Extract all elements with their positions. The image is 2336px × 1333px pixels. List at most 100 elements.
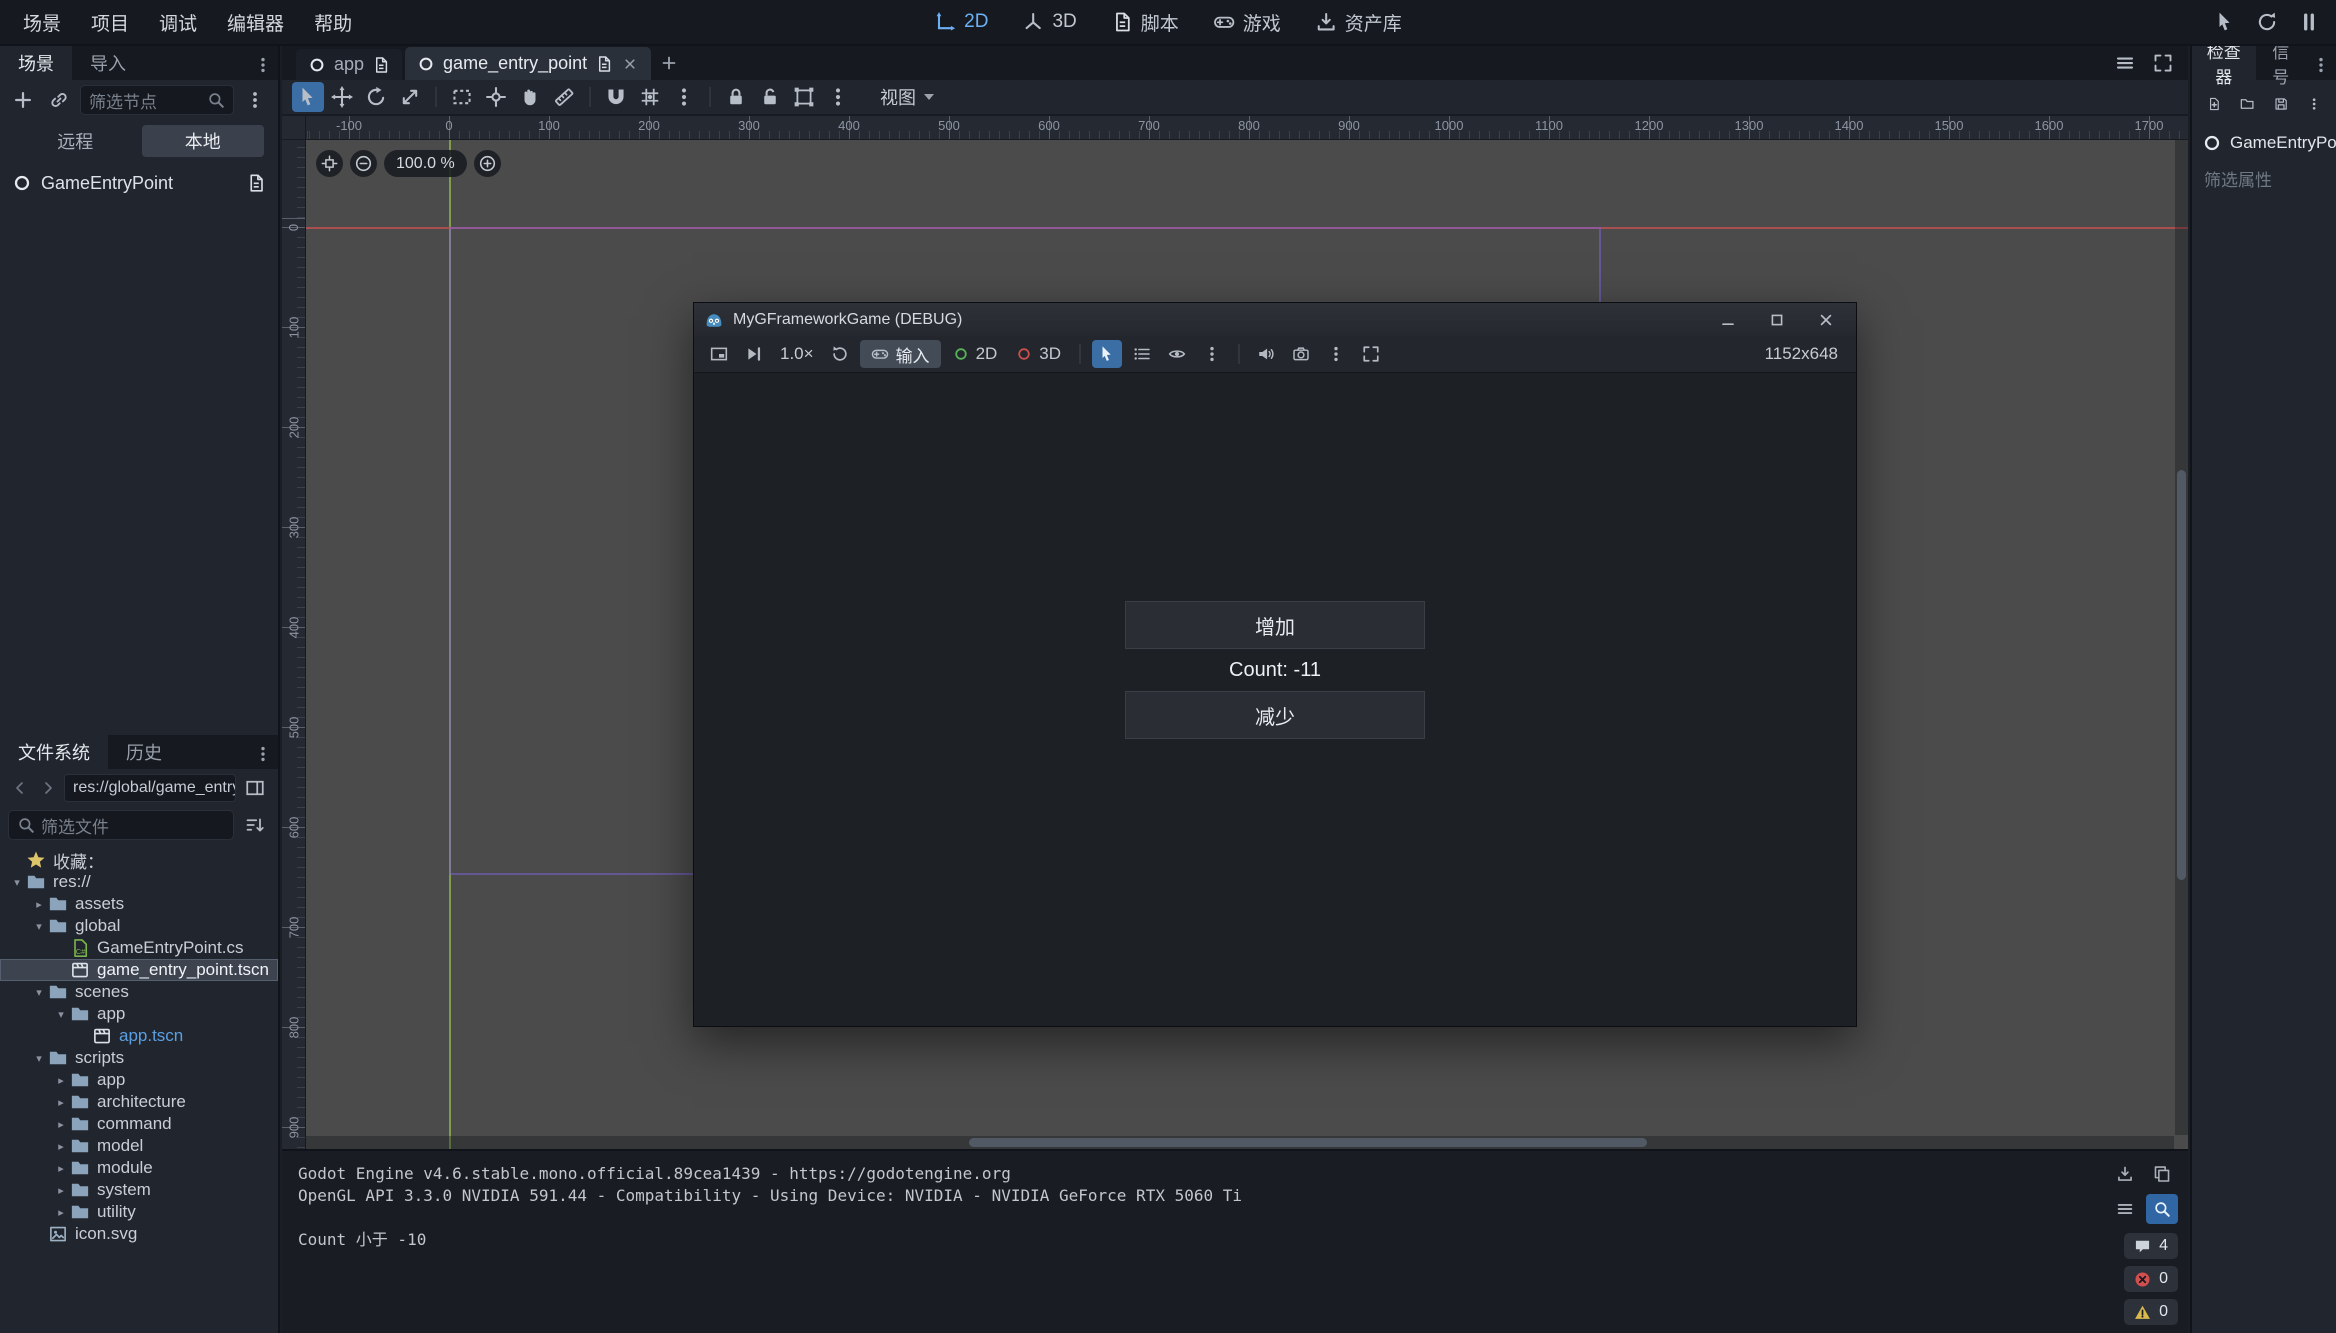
mute-audio-button[interactable] <box>1251 340 1281 368</box>
file-tree-row[interactable]: scenes <box>0 981 278 1003</box>
game-window-titlebar[interactable]: MyGFrameworkGame (DEBUG) <box>694 303 1856 336</box>
scene-tree-menu-button[interactable] <box>240 85 270 115</box>
embed-game-button[interactable] <box>704 340 734 368</box>
file-tree-row[interactable]: command <box>0 1113 278 1135</box>
viewport-tool-button[interactable] <box>435 87 437 107</box>
horizontal-scrollbar[interactable] <box>306 1136 2174 1149</box>
local-button[interactable]: 本地 <box>142 125 265 157</box>
workspace-button[interactable]: 游戏 <box>1200 3 1294 42</box>
file-tree-row[interactable]: res:// <box>0 871 278 893</box>
expand-arrow-icon[interactable] <box>52 1096 70 1109</box>
file-tree-row[interactable]: assets <box>0 893 278 915</box>
file-tree-row[interactable]: architecture <box>0 1091 278 1113</box>
scene-tab-game-entry-point[interactable]: game_entry_point <box>405 47 651 80</box>
viewport-tool-button[interactable] <box>548 82 580 112</box>
expand-arrow-icon[interactable] <box>52 1008 70 1021</box>
close-tab-icon[interactable] <box>621 55 639 73</box>
expand-arrow-icon[interactable] <box>52 1162 70 1175</box>
new-scene-tab-button[interactable] <box>654 48 684 78</box>
expand-arrow-icon[interactable] <box>52 1184 70 1197</box>
decrease-button[interactable]: 减少 <box>1125 691 1425 739</box>
viewport-tool-button[interactable] <box>394 82 426 112</box>
resource-options-button[interactable] <box>2302 89 2326 119</box>
dock-tab[interactable]: 导入 <box>72 46 144 80</box>
file-tree-row[interactable]: icon.svg <box>0 1223 278 1245</box>
close-button[interactable] <box>1806 307 1846 333</box>
node-list-button[interactable] <box>1127 340 1157 368</box>
scene-dock-menu-button[interactable] <box>248 50 278 80</box>
viewport-tool-button[interactable] <box>600 82 632 112</box>
scene-tree-root-node[interactable]: GameEntryPoint <box>0 166 278 200</box>
minimize-button[interactable] <box>1708 307 1748 333</box>
file-tree-row[interactable]: game_entry_point.tscn <box>0 959 278 981</box>
center-view-button[interactable] <box>316 150 343 177</box>
input-mode-button[interactable]: 输入 <box>860 340 941 368</box>
select-options-button[interactable] <box>1197 340 1227 368</box>
camera-options-button[interactable] <box>1321 340 1351 368</box>
viewport-tool-button[interactable] <box>480 82 512 112</box>
new-resource-button[interactable] <box>2202 89 2226 119</box>
maximize-button[interactable] <box>1757 307 1797 333</box>
expand-arrow-icon[interactable] <box>52 1206 70 1219</box>
file-tree-row[interactable]: 收藏： <box>0 849 278 871</box>
viewport-tool-button[interactable] <box>788 82 820 112</box>
expand-arrow-icon[interactable] <box>52 1074 70 1087</box>
expand-arrow-icon[interactable] <box>52 1140 70 1153</box>
viewport-tool-button[interactable] <box>668 82 700 112</box>
select-mode-button[interactable] <box>1092 340 1122 368</box>
script-icon[interactable] <box>595 55 613 73</box>
next-frame-button[interactable] <box>739 340 769 368</box>
viewport-tool-button[interactable] <box>326 82 358 112</box>
workspace-button[interactable]: 资产库 <box>1302 3 1415 42</box>
inspector-menu-button[interactable] <box>2306 50 2336 80</box>
viewport-tool-button[interactable] <box>514 82 546 112</box>
file-tree-row[interactable]: GameEntryPoint.cs <box>0 937 278 959</box>
expand-arrow-icon[interactable] <box>30 1052 48 1065</box>
distraction-free-button[interactable] <box>2148 48 2178 78</box>
hscroll-thumb[interactable] <box>969 1138 1647 1147</box>
dock-tab[interactable]: 历史 <box>108 735 180 769</box>
messages-filter-button[interactable]: 4 <box>2124 1233 2178 1259</box>
history-forward-button[interactable] <box>36 776 60 800</box>
file-tree-row[interactable]: utility <box>0 1201 278 1223</box>
split-mode-button[interactable] <box>240 773 270 803</box>
viewport-tool-button[interactable] <box>822 82 854 112</box>
script-icon[interactable] <box>372 56 390 74</box>
menu-right-button[interactable] <box>2294 7 2324 37</box>
file-sort-button[interactable] <box>240 810 270 840</box>
file-tree-row[interactable]: module <box>0 1157 278 1179</box>
remote-button[interactable]: 远程 <box>14 125 137 157</box>
load-resource-button[interactable] <box>2235 89 2259 119</box>
file-tree-row[interactable]: system <box>0 1179 278 1201</box>
file-tree-row[interactable]: app <box>0 1069 278 1091</box>
menu-right-button[interactable] <box>2252 7 2282 37</box>
fullscreen-button[interactable] <box>1356 340 1386 368</box>
file-tree-row[interactable]: app.tscn <box>0 1025 278 1047</box>
viewport-tool-button[interactable] <box>720 82 752 112</box>
zoom-in-button[interactable] <box>474 150 501 177</box>
viewport-tool-button[interactable] <box>360 82 392 112</box>
increase-button[interactable]: 增加 <box>1125 601 1425 649</box>
save-log-button[interactable] <box>2109 1159 2141 1189</box>
game-speed-value[interactable]: 1.0× <box>774 344 820 364</box>
expand-arrow-icon[interactable] <box>52 1118 70 1131</box>
vscroll-thumb[interactable] <box>2177 470 2186 880</box>
file-tree-row[interactable]: model <box>0 1135 278 1157</box>
search-log-button[interactable] <box>2146 1194 2178 1224</box>
menu-item[interactable]: 帮助 <box>299 0 367 44</box>
expand-arrow-icon[interactable] <box>8 876 26 889</box>
pick-2d-toggle[interactable]: 2D <box>946 340 1005 368</box>
dock-tab[interactable]: 文件系统 <box>0 735 108 769</box>
history-back-button[interactable] <box>8 776 32 800</box>
add-node-button[interactable] <box>8 85 38 115</box>
zoom-out-button[interactable] <box>350 150 377 177</box>
dock-tab[interactable]: 检查器 <box>2192 46 2256 80</box>
expand-arrow-icon[interactable] <box>30 986 48 999</box>
menu-item[interactable]: 场景 <box>8 0 76 44</box>
filter-nodes-input[interactable]: 筛选节点 <box>80 85 234 115</box>
scene-tab-app[interactable]: app <box>296 49 402 80</box>
menu-item[interactable]: 编辑器 <box>212 0 299 44</box>
file-tree-row[interactable]: app <box>0 1003 278 1025</box>
file-tree-row[interactable]: scripts <box>0 1047 278 1069</box>
tab-list-button[interactable] <box>2110 48 2140 78</box>
